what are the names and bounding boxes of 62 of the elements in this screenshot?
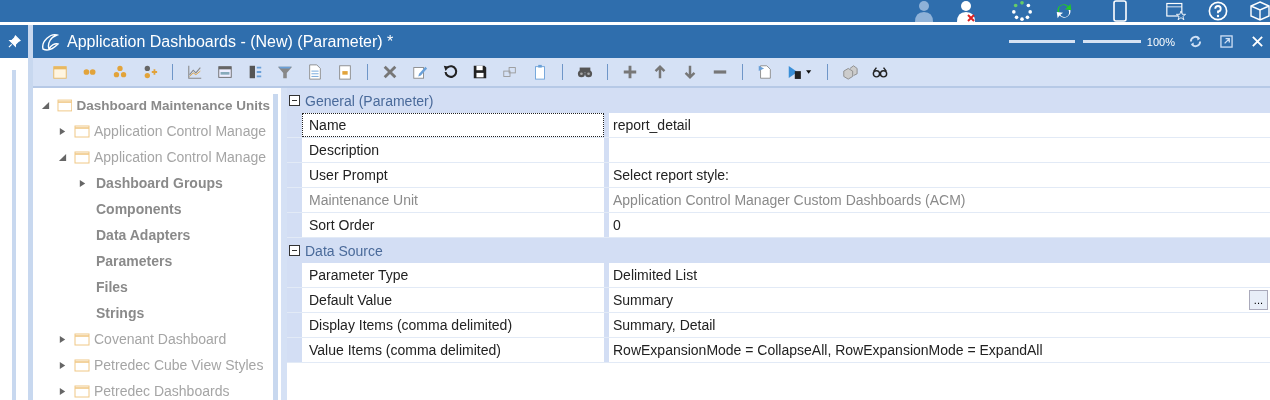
close-icon[interactable] bbox=[1251, 35, 1264, 48]
document-icon[interactable] bbox=[307, 64, 323, 80]
pin-icon[interactable] bbox=[7, 35, 21, 48]
empty-value-field[interactable] bbox=[609, 138, 1270, 162]
scrollbar[interactable] bbox=[273, 94, 278, 400]
save-icon[interactable] bbox=[472, 64, 488, 80]
collapse-icon[interactable] bbox=[289, 245, 300, 256]
maximize-icon[interactable] bbox=[1220, 35, 1233, 48]
run-icon[interactable] bbox=[787, 64, 813, 80]
window-icon[interactable] bbox=[217, 64, 233, 80]
collapse-icon[interactable] bbox=[289, 95, 300, 106]
chart-icon[interactable] bbox=[187, 64, 203, 80]
three-dots-icon[interactable] bbox=[112, 64, 128, 80]
property-name[interactable]: User Prompt bbox=[302, 163, 604, 187]
notepad-icon[interactable] bbox=[337, 64, 353, 80]
property-value[interactable]: Summary bbox=[613, 292, 1249, 308]
property-name[interactable]: Default Value bbox=[302, 288, 604, 312]
folder-icon bbox=[56, 98, 73, 112]
expand-arrow-icon[interactable] bbox=[58, 126, 67, 136]
dots-plus-icon[interactable] bbox=[142, 64, 158, 80]
window-star-icon[interactable] bbox=[1166, 0, 1186, 22]
zoom-track-right bbox=[1082, 40, 1141, 43]
plus-icon[interactable] bbox=[622, 64, 638, 80]
property-name[interactable]: Sort Order bbox=[302, 213, 604, 237]
folder-icon bbox=[74, 358, 90, 372]
spinner-icon[interactable] bbox=[1012, 0, 1032, 22]
folder-icon bbox=[74, 332, 90, 346]
list-icon[interactable] bbox=[247, 64, 263, 80]
scrollbar[interactable] bbox=[12, 70, 16, 400]
section-header: Data Source bbox=[304, 241, 384, 261]
clipboard-icon[interactable] bbox=[532, 64, 548, 80]
property-name[interactable]: Display Items (comma delimited) bbox=[302, 313, 604, 337]
down-arrow-icon[interactable] bbox=[682, 64, 698, 80]
user-icon[interactable] bbox=[914, 0, 934, 22]
edit-icon[interactable] bbox=[412, 64, 428, 80]
funnel-icon[interactable] bbox=[277, 64, 293, 80]
collapse-arrow-icon[interactable] bbox=[58, 152, 67, 162]
zoom-label: 100% bbox=[1146, 35, 1175, 48]
page-icon[interactable] bbox=[757, 64, 773, 80]
property-name[interactable]: Name bbox=[302, 113, 604, 137]
delete-icon[interactable] bbox=[382, 64, 398, 80]
cube-icon[interactable] bbox=[1250, 0, 1270, 22]
collapse-arrow-icon[interactable] bbox=[41, 100, 50, 110]
browse-button[interactable]: ... bbox=[1248, 290, 1268, 310]
expand-arrow-icon[interactable] bbox=[78, 178, 87, 188]
section-header: General (Parameter) bbox=[304, 91, 435, 111]
up-arrow-icon[interactable] bbox=[652, 64, 668, 80]
property-name[interactable]: Maintenance Unit bbox=[302, 188, 604, 212]
expand-arrow-icon[interactable] bbox=[58, 386, 67, 396]
folder-icon bbox=[74, 150, 90, 164]
property-name[interactable]: Value Items (comma delimited) bbox=[302, 338, 604, 362]
help-icon[interactable] bbox=[1208, 0, 1228, 22]
window-title: Application Dashboards - (New) (Parameter) * bbox=[67, 32, 395, 51]
expand-arrow-icon[interactable] bbox=[58, 360, 67, 370]
expand-arrow-icon[interactable] bbox=[58, 334, 67, 344]
phone-icon[interactable] bbox=[1110, 0, 1130, 22]
refresh-icon[interactable] bbox=[442, 64, 458, 80]
property-name[interactable]: Description bbox=[302, 138, 604, 162]
zoom-slider[interactable] bbox=[1008, 40, 1141, 43]
user-remove-icon[interactable] bbox=[956, 0, 976, 22]
property-name[interactable]: Parameter Type bbox=[302, 263, 604, 287]
folder-icon bbox=[74, 124, 90, 138]
